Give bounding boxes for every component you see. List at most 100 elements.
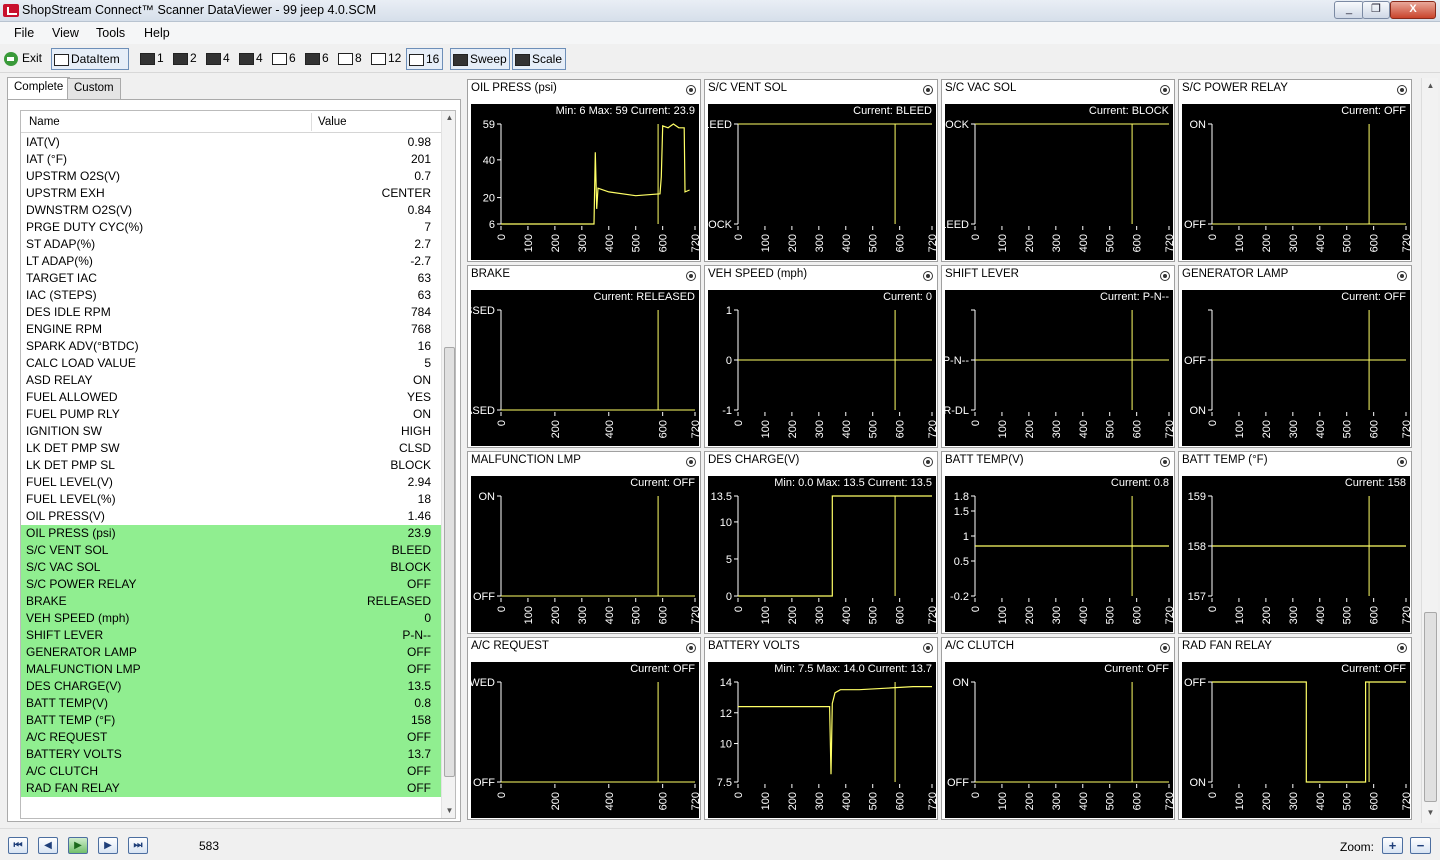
list-item[interactable]: DES IDLE RPM 784 bbox=[21, 304, 441, 321]
exit-button[interactable]: Exit bbox=[2, 48, 42, 70]
list-item[interactable]: FUEL LEVEL(V) 2.94 bbox=[21, 474, 441, 491]
prev-frame-button[interactable]: ◀ bbox=[38, 837, 58, 854]
graph-options-icon[interactable] bbox=[686, 643, 696, 653]
list-item[interactable]: ASD RELAY ON bbox=[21, 372, 441, 389]
list-item[interactable]: IAT (°F) 201 bbox=[21, 151, 441, 168]
list-item[interactable]: LK DET PMP SL BLOCK bbox=[21, 457, 441, 474]
graph-panel-batt-temp-f[interactable]: BATT TEMP (°F) Current: 158 159 158 157 0 100 2… bbox=[1178, 451, 1412, 634]
graph-panel-malfunction-lmp[interactable]: MALFUNCTION LMP Current: OFF ON OFF 0 100 200 3… bbox=[467, 451, 701, 634]
minimize-button[interactable]: _ bbox=[1334, 1, 1364, 19]
graph-plot[interactable]: Current: BLOCK BLOCK BLEED0 100 200 300 400 500… bbox=[945, 104, 1173, 260]
list-item[interactable]: S/C VAC SOL BLOCK bbox=[21, 559, 441, 576]
data-list[interactable]: Name Value IAT(V) 0.98 IAT (°F) 201 UPSTRM O… bbox=[20, 110, 456, 819]
play-button[interactable]: ▶ bbox=[68, 837, 88, 854]
graph-plot[interactable]: Current: OFF OFF ON0 100 200 300 400 500 600 720 bbox=[1182, 662, 1410, 818]
graph-panel-a-c-request[interactable]: A/C REQUEST Current: OFF ALLOWED OFF0 200 400… bbox=[467, 637, 701, 820]
graph-panel-generator-lamp[interactable]: GENERATOR LAMP Current: OFF OFF ON 0 100 200 30… bbox=[1178, 265, 1412, 448]
list-item[interactable]: DWNSTRM O2S(V) 0.84 bbox=[21, 202, 441, 219]
graph-plot[interactable]: Current: 0.8 1.8 1.5 1 0.5 -0.20 100 200 300 400 5… bbox=[945, 476, 1173, 632]
graph-panel-brake[interactable]: BRAKE Current: RELEASED PRESSED RELEASED0 20… bbox=[467, 265, 701, 448]
graph-options-icon[interactable] bbox=[1397, 457, 1407, 467]
list-item[interactable]: A/C REQUEST OFF bbox=[21, 729, 441, 746]
graph-options-icon[interactable] bbox=[1160, 643, 1170, 653]
list-item[interactable]: FUEL PUMP RLY ON bbox=[21, 406, 441, 423]
graph-options-icon[interactable] bbox=[686, 271, 696, 281]
column-header-value[interactable]: Value bbox=[318, 116, 347, 128]
menu-help[interactable]: Help bbox=[144, 26, 170, 40]
layout-4b-button[interactable]: 4 bbox=[237, 48, 263, 70]
list-item[interactable]: ST ADAP(%) 2.7 bbox=[21, 236, 441, 253]
graph-plot[interactable]: Min: 6 Max: 59 Current: 23.9 59 40 20 60 100 2… bbox=[471, 104, 699, 260]
graph-plot[interactable]: Current: OFF ON OFF0 100 200 300 400 500 600 720 bbox=[945, 662, 1173, 818]
list-item[interactable]: CALC LOAD VALUE 5 bbox=[21, 355, 441, 372]
dataitem-button[interactable]: DataItem bbox=[51, 48, 129, 70]
graph-panel-rad-fan-relay[interactable]: RAD FAN RELAY Current: OFF OFF ON 0 100 200 300… bbox=[1178, 637, 1412, 820]
scroll-up-icon[interactable]: ▲ bbox=[445, 113, 454, 122]
scroll-down-icon[interactable]: ▼ bbox=[445, 806, 454, 815]
list-item[interactable]: UPSTRM O2S(V) 0.7 bbox=[21, 168, 441, 185]
graph-panel-veh-speed-mph[interactable]: VEH SPEED (mph) Current: 0 1 0 -1 0 100 200 300 4… bbox=[704, 265, 938, 448]
list-item[interactable]: LT ADAP(%) -2.7 bbox=[21, 253, 441, 270]
layout-4-button[interactable]: 4 bbox=[204, 48, 230, 70]
list-item[interactable]: FUEL ALLOWED YES bbox=[21, 389, 441, 406]
graph-plot[interactable]: Current: OFF ON OFF0 100 200 300 400 500 600 720 bbox=[1182, 104, 1410, 260]
list-item[interactable]: OIL PRESS (psi) 23.9 bbox=[21, 525, 441, 542]
menu-file[interactable]: File bbox=[14, 26, 34, 40]
list-item[interactable]: S/C POWER RELAY OFF bbox=[21, 576, 441, 593]
scale-button[interactable]: Scale bbox=[512, 48, 566, 70]
graph-options-icon[interactable] bbox=[923, 271, 933, 281]
close-button[interactable]: X bbox=[1390, 1, 1436, 19]
list-item[interactable]: TARGET IAC 63 bbox=[21, 270, 441, 287]
next-frame-button[interactable]: ▶ bbox=[98, 837, 118, 854]
layout-8-button[interactable]: 8 bbox=[336, 48, 362, 70]
sweep-button[interactable]: Sweep bbox=[450, 48, 510, 70]
list-item[interactable]: DES CHARGE(V) 13.5 bbox=[21, 678, 441, 695]
graph-plot[interactable]: Current: 158 159 158 1570 100 200 300 400 500 600… bbox=[1182, 476, 1410, 632]
tab-complete[interactable]: Complete bbox=[7, 77, 71, 99]
graph-options-icon[interactable] bbox=[1397, 271, 1407, 281]
graph-options-icon[interactable] bbox=[923, 457, 933, 467]
last-frame-button[interactable]: ⏭ bbox=[128, 837, 148, 854]
graph-options-icon[interactable] bbox=[1397, 643, 1407, 653]
list-item[interactable]: SPARK ADV(°BTDC) 16 bbox=[21, 338, 441, 355]
graph-plot[interactable]: Current: 010-10 100 200 300 400 500 600 720 bbox=[708, 290, 936, 446]
list-item[interactable]: ENGINE RPM 768 bbox=[21, 321, 441, 338]
restore-button[interactable]: ❐ bbox=[1362, 1, 1390, 19]
graph-plot[interactable]: Current: BLEED BLEED BLOCK0 100 200 300 400 500… bbox=[708, 104, 936, 260]
graph-panel-s-c-power-relay[interactable]: S/C POWER RELAY Current: OFF ON OFF 0 100 200 3… bbox=[1178, 79, 1412, 262]
graph-options-icon[interactable] bbox=[686, 85, 696, 95]
column-header-name[interactable]: Name bbox=[29, 116, 60, 128]
list-item[interactable]: OIL PRESS(V) 1.46 bbox=[21, 508, 441, 525]
list-item[interactable]: IAC (STEPS) 63 bbox=[21, 287, 441, 304]
list-item[interactable]: BRAKE RELEASED bbox=[21, 593, 441, 610]
list-item[interactable]: BATTERY VOLTS 13.7 bbox=[21, 746, 441, 763]
list-item[interactable]: UPSTRM EXH CENTER bbox=[21, 185, 441, 202]
graph-panel-des-charge-v[interactable]: DES CHARGE(V) Min: 0.0 Max: 13.5 Current:… bbox=[704, 451, 938, 634]
list-item[interactable]: VEH SPEED (mph) 0 bbox=[21, 610, 441, 627]
list-scrollbar[interactable]: ▲ ▼ bbox=[441, 111, 455, 818]
list-scroll-thumb[interactable] bbox=[444, 347, 455, 777]
graph-panel-a-c-clutch[interactable]: A/C CLUTCH Current: OFF ON OFF 0 100 200 300 400… bbox=[941, 637, 1175, 820]
list-item[interactable]: S/C VENT SOL BLEED bbox=[21, 542, 441, 559]
graph-plot[interactable]: Min: 7.5 Max: 14.0 Current: 13.7 14 12 10 7.… bbox=[708, 662, 936, 818]
graph-plot[interactable]: Min: 0.0 Max: 13.5 Current: 13.513.51050… bbox=[708, 476, 936, 632]
menu-view[interactable]: View bbox=[52, 26, 79, 40]
graph-scroll-up-icon[interactable]: ▲ bbox=[1426, 81, 1435, 90]
menu-tools[interactable]: Tools bbox=[96, 26, 125, 40]
graph-plot[interactable]: Current: RELEASED PRESSED RELEASED0 200 400 6… bbox=[471, 290, 699, 446]
graph-panel-battery-volts[interactable]: BATTERY VOLTS Min: 7.5 Max: 14.0 Current:… bbox=[704, 637, 938, 820]
zoom-in-button[interactable]: + bbox=[1382, 837, 1403, 854]
list-item[interactable]: A/C CLUTCH OFF bbox=[21, 763, 441, 780]
graph-options-icon[interactable] bbox=[1160, 85, 1170, 95]
graph-panel-batt-temp-v[interactable]: BATT TEMP(V) Current: 0.8 1.8 1.5 1 0.5 -0.2 0 1… bbox=[941, 451, 1175, 634]
first-frame-button[interactable]: ⏮ bbox=[8, 837, 28, 854]
graph-options-icon[interactable] bbox=[923, 85, 933, 95]
list-item[interactable]: BATT TEMP(V) 0.8 bbox=[21, 695, 441, 712]
graph-options-icon[interactable] bbox=[1160, 271, 1170, 281]
list-item[interactable]: MALFUNCTION LMP OFF bbox=[21, 661, 441, 678]
graph-options-icon[interactable] bbox=[686, 457, 696, 467]
layout-2-button[interactable]: 2 bbox=[171, 48, 197, 70]
graph-plot[interactable]: Current: OFF ALLOWED OFF0 200 400 600 720 bbox=[471, 662, 699, 818]
graph-panel-shift-lever[interactable]: SHIFT LEVER Current: P-N-- P-N-- -R-DL0 100 2… bbox=[941, 265, 1175, 448]
graph-plot[interactable]: Current: OFF OFF ON0 100 200 300 400 500 600 720 bbox=[1182, 290, 1410, 446]
